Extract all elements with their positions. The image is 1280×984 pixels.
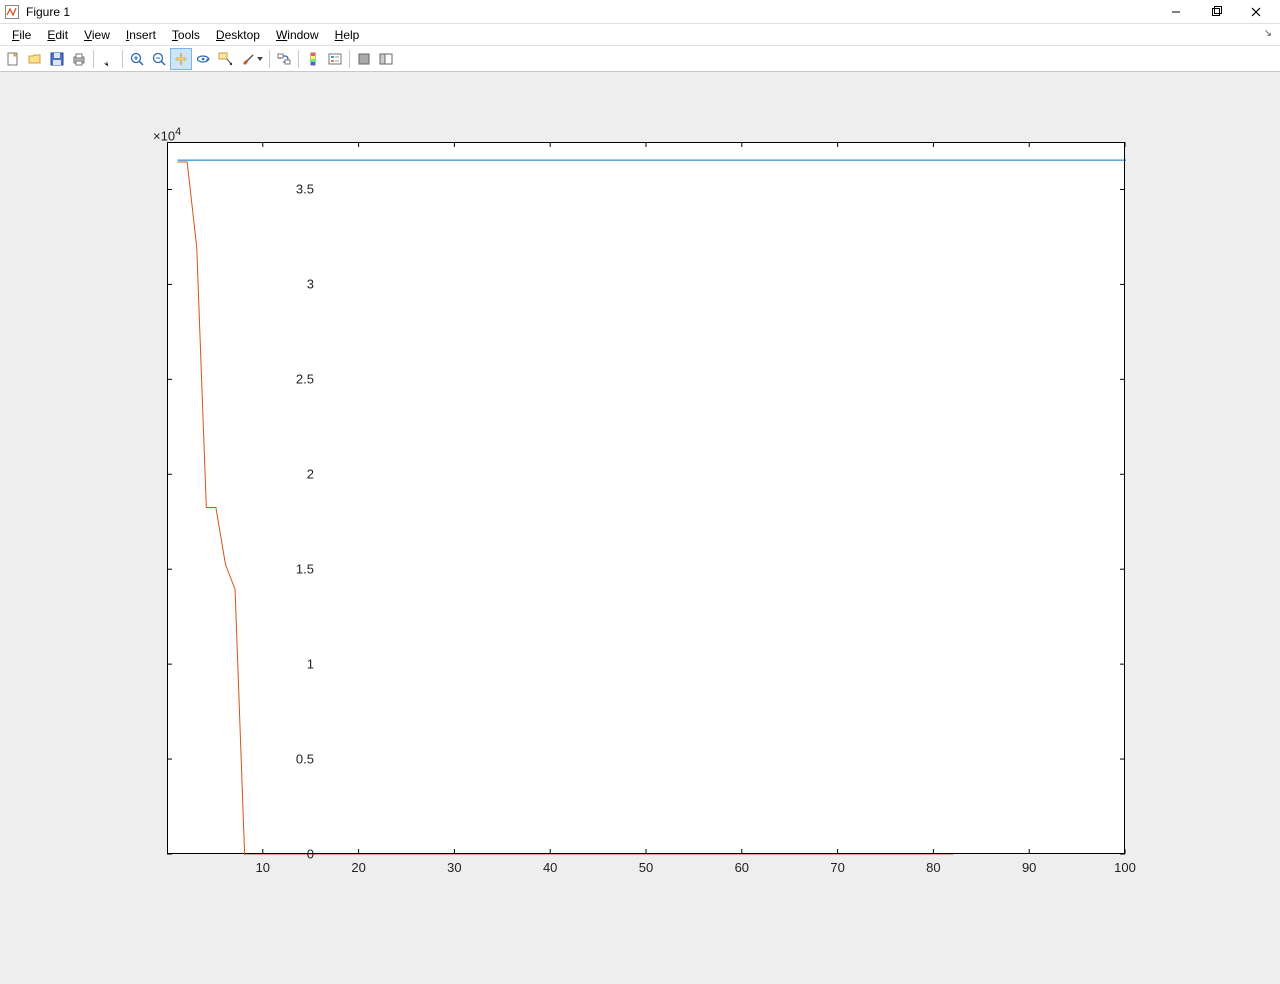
dock-button[interactable] [375,48,397,70]
toolbar [0,46,1280,72]
rotate-3d-button[interactable] [192,48,214,70]
y-tick-label: 3 [274,277,314,292]
open-button[interactable] [24,48,46,70]
menu-tools[interactable]: Tools [164,26,208,44]
x-tick-label: 50 [639,860,653,875]
x-tick-label: 20 [351,860,365,875]
menu-file[interactable]: File [4,26,39,44]
close-button[interactable] [1236,0,1276,24]
zoom-in-button[interactable] [126,48,148,70]
colorbar-button[interactable] [302,48,324,70]
x-tick-label: 10 [256,860,270,875]
menu-edit[interactable]: Edit [39,26,76,44]
menubar: File Edit View Insert Tools Desktop Wind… [0,24,1280,46]
save-button[interactable] [46,48,68,70]
menu-window[interactable]: Window [268,26,327,44]
hide-tools-button[interactable] [353,48,375,70]
chevron-down-icon [257,57,263,61]
figure-canvas[interactable]: ×104 10 20 30 40 50 60 70 80 90 100 0 0.5 1 1.5 2 2.5 3 3… [0,72,1280,984]
x-tick-label: 40 [543,860,557,875]
print-button[interactable] [68,48,90,70]
y-tick-label: 1.5 [274,562,314,577]
menu-desktop[interactable]: Desktop [208,26,268,44]
x-tick-label: 90 [1022,860,1036,875]
axis-ticks [167,142,1125,854]
y-tick-label: 2 [274,467,314,482]
y-tick-label: 2.5 [274,372,314,387]
menu-insert[interactable]: Insert [118,26,164,44]
matlab-figure-icon [4,4,20,20]
y-tick-label: 3.5 [274,182,314,197]
menu-help[interactable]: Help [327,26,368,44]
menu-view[interactable]: View [76,26,118,44]
legend-button[interactable] [324,48,346,70]
x-tick-label: 100 [1114,860,1136,875]
link-button[interactable] [273,48,295,70]
x-tick-label: 70 [830,860,844,875]
x-tick-label: 30 [447,860,461,875]
x-tick-label: 60 [735,860,749,875]
data-cursor-button[interactable] [214,48,236,70]
minimize-button[interactable] [1156,0,1196,24]
edit-plot-button[interactable] [97,48,119,70]
maximize-button[interactable] [1196,0,1236,24]
titlebar: Figure 1 [0,0,1280,24]
x-tick-label: 80 [926,860,940,875]
pan-button[interactable] [170,48,192,70]
brush-button[interactable] [236,48,266,70]
window-title: Figure 1 [26,5,70,19]
zoom-out-button[interactable] [148,48,170,70]
y-tick-label: 0.5 [274,752,314,767]
y-tick-label: 0 [274,847,314,862]
y-axis-multiplier: ×104 [153,126,181,143]
menubar-overflow-icon[interactable]: ↘ [1264,28,1272,39]
y-tick-label: 1 [274,657,314,672]
new-figure-button[interactable] [2,48,24,70]
